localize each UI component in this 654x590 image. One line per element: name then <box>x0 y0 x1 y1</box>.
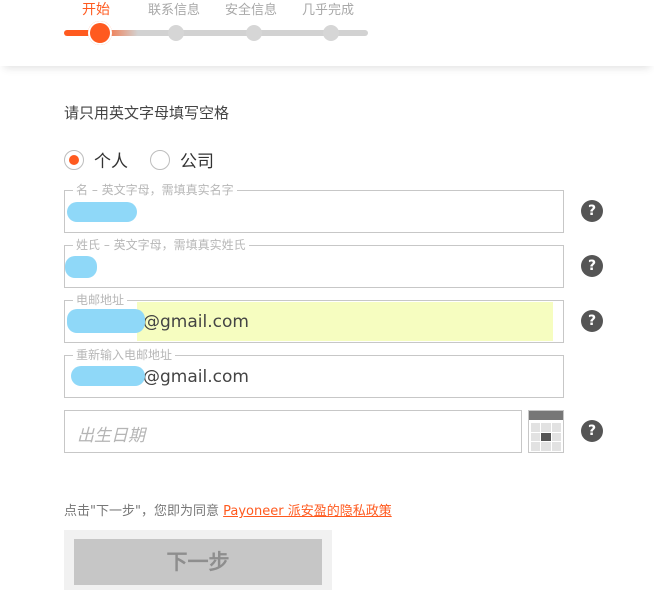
email-label: 电邮地址 <box>73 293 128 307</box>
radio-individual-indicator[interactable] <box>64 149 84 170</box>
radio-individual-label: 个人 <box>94 152 128 172</box>
account-type-radio-group: 个人 公司 <box>64 147 236 172</box>
step-label-almost-done: 几乎完成 <box>302 3 355 18</box>
first-name-label: 名 – 英文字母，需填真实名字 <box>73 183 237 197</box>
step-dot-start <box>88 21 112 45</box>
redaction-mark <box>67 202 137 222</box>
next-button-container: 下一步 <box>64 530 332 590</box>
birth-date-input[interactable]: 出生日期 <box>64 410 522 453</box>
radio-company-label: 公司 <box>180 152 214 172</box>
email-value: @gmail.com <box>143 312 249 332</box>
step-dot-contact <box>168 25 184 41</box>
email-help-icon[interactable]: ? <box>581 310 603 332</box>
redaction-mark <box>67 309 145 333</box>
radio-company[interactable]: 公司 <box>150 147 214 172</box>
privacy-consent-text: 点击"下一步"，您即为同意 Payoneer 派安盈的隐私政策 <box>64 500 392 519</box>
email-confirm-value: @gmail.com <box>143 367 249 387</box>
calendar-grid <box>531 423 561 451</box>
birth-date-help-icon[interactable]: ? <box>581 420 603 442</box>
step-label-start: 开始 <box>82 2 110 18</box>
privacy-policy-link[interactable]: Payoneer 派安盈的隐私政策 <box>223 504 392 519</box>
step-label-contact: 联系信息 <box>148 3 201 18</box>
next-button[interactable]: 下一步 <box>74 539 322 585</box>
step-label-security: 安全信息 <box>225 3 278 18</box>
progress-stepper: 开始 联系信息 安全信息 几乎完成 <box>0 0 654 66</box>
email-confirm-field[interactable]: 重新输入电邮地址 @gmail.com <box>64 348 564 398</box>
birth-date-placeholder: 出生日期 <box>77 426 145 446</box>
email-confirm-label: 重新输入电邮地址 <box>73 348 176 362</box>
first-name-help-icon[interactable]: ? <box>581 200 603 222</box>
email-field[interactable]: 电邮地址 @gmail.com <box>64 293 564 343</box>
calendar-header <box>529 411 563 420</box>
redaction-mark <box>65 256 97 278</box>
consent-prefix: 点击"下一步"，您即为同意 <box>64 504 219 519</box>
last-name-help-icon[interactable]: ? <box>581 255 603 277</box>
calendar-icon[interactable] <box>528 410 564 453</box>
redaction-mark <box>71 366 145 386</box>
radio-individual[interactable]: 个人 <box>64 147 128 172</box>
last-name-label: 姓氏 – 英文字母，需填真实姓氏 <box>73 238 249 252</box>
step-dot-security <box>246 25 262 41</box>
form-instruction: 请只用英文字母填写空格 <box>64 104 230 122</box>
last-name-field[interactable]: 姓氏 – 英文字母，需填真实姓氏 <box>64 238 564 288</box>
step-dot-almost-done <box>323 25 339 41</box>
radio-company-indicator[interactable] <box>150 149 170 170</box>
first-name-field[interactable]: 名 – 英文字母，需填真实名字 <box>64 183 564 233</box>
